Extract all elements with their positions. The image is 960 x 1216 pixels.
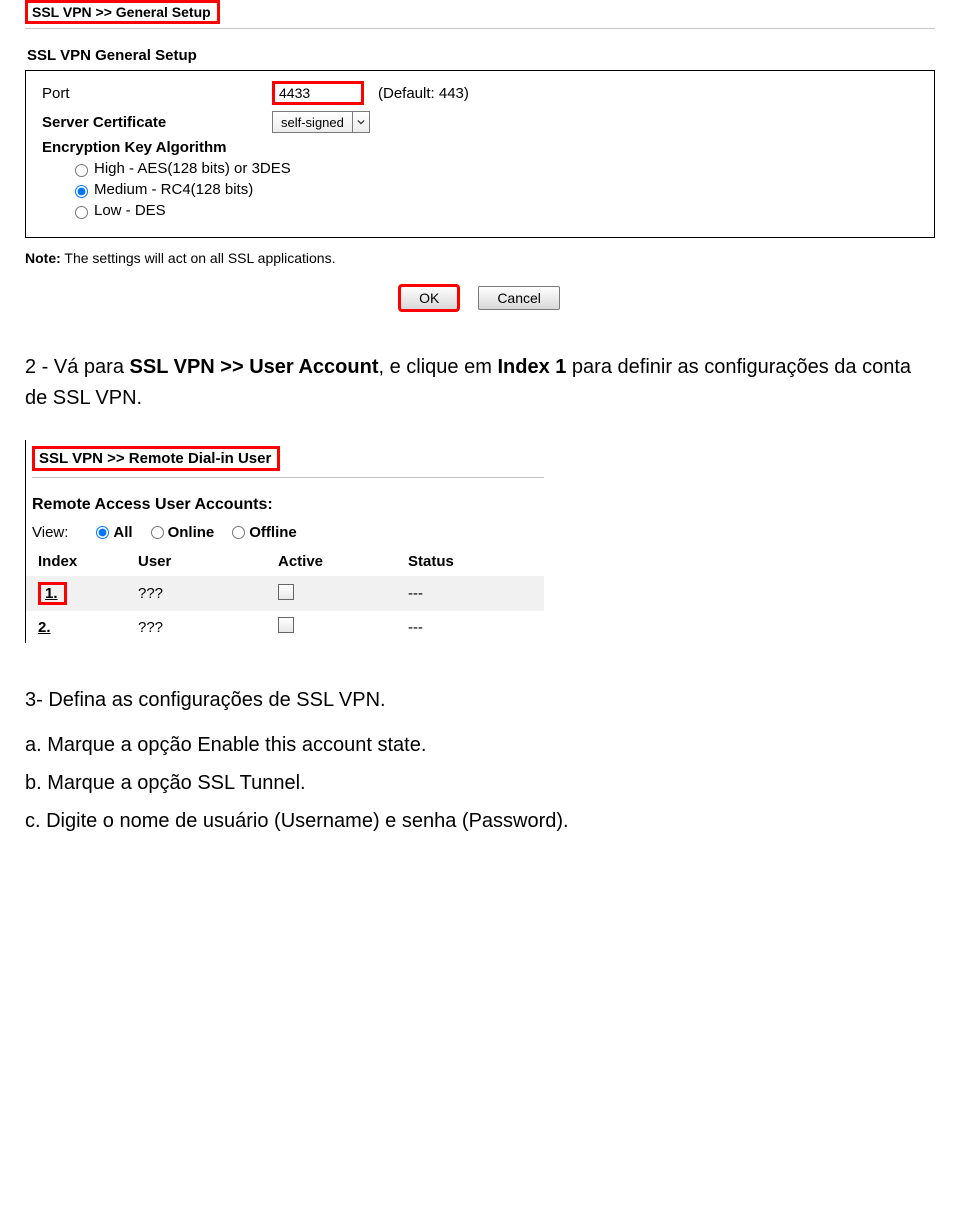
divider: [25, 28, 935, 29]
step-2-text: 2 - Vá para SSL VPN >> User Account, e c…: [25, 352, 935, 414]
view-label: View:: [32, 524, 68, 541]
col-active: Active: [278, 553, 408, 570]
table-header: Index User Active Status: [26, 547, 544, 576]
col-index: Index: [38, 553, 138, 570]
view-online-radio[interactable]: [151, 526, 164, 539]
ok-button[interactable]: OK: [400, 286, 458, 310]
user-cell: ???: [138, 585, 278, 602]
config-box: Port 4433 (Default: 443) Server Certific…: [25, 70, 935, 238]
step-3-title: 3- Defina as configurações de SSL VPN.: [25, 685, 935, 716]
view-all-label: All: [113, 524, 132, 541]
index-2-link[interactable]: 2.: [38, 619, 51, 636]
col-user: User: [138, 553, 278, 570]
col-status: Status: [408, 553, 538, 570]
server-cert-label: Server Certificate: [42, 114, 272, 131]
remote-dialin-screenshot: SSL VPN >> Remote Dial-in User Remote Ac…: [25, 440, 544, 643]
view-online-label: Online: [168, 524, 215, 541]
remote-access-title: Remote Access User Accounts:: [32, 496, 544, 514]
table-row: 1. ??? ---: [26, 576, 544, 611]
active-checkbox[interactable]: [278, 617, 294, 633]
port-input[interactable]: 4433: [272, 81, 364, 105]
note: Note: The settings will act on all SSL a…: [25, 250, 935, 266]
active-checkbox[interactable]: [278, 584, 294, 600]
user-cell: ???: [138, 619, 278, 636]
encryption-label: Encryption Key Algorithm: [42, 139, 918, 156]
breadcrumb-general-setup: SSL VPN >> General Setup: [25, 0, 220, 24]
port-label: Port: [42, 85, 272, 102]
divider: [32, 477, 544, 478]
enc-high-label: High - AES(128 bits) or 3DES: [94, 160, 291, 177]
table-row: 2. ??? ---: [26, 611, 544, 643]
view-all-radio[interactable]: [96, 526, 109, 539]
breadcrumb-remote-dialin: SSL VPN >> Remote Dial-in User: [32, 446, 280, 471]
enc-medium-label: Medium - RC4(128 bits): [94, 181, 253, 198]
server-cert-value: self-signed: [273, 115, 352, 130]
enc-high-radio[interactable]: [75, 164, 88, 177]
enc-low-radio[interactable]: [75, 206, 88, 219]
status-cell: ---: [408, 619, 538, 636]
enc-medium-radio[interactable]: [75, 185, 88, 198]
view-offline-radio[interactable]: [232, 526, 245, 539]
chevron-down-icon: [352, 112, 369, 132]
section-title: SSL VPN General Setup: [25, 47, 935, 64]
view-offline-label: Offline: [249, 524, 297, 541]
index-1-link[interactable]: 1.: [45, 585, 58, 602]
step-3-sublist: a. Marque a opção Enable this account st…: [25, 726, 935, 840]
server-cert-select[interactable]: self-signed: [272, 111, 370, 133]
port-default: (Default: 443): [378, 85, 469, 102]
enc-low-label: Low - DES: [94, 202, 166, 219]
status-cell: ---: [408, 585, 538, 602]
cancel-button[interactable]: Cancel: [478, 286, 560, 310]
